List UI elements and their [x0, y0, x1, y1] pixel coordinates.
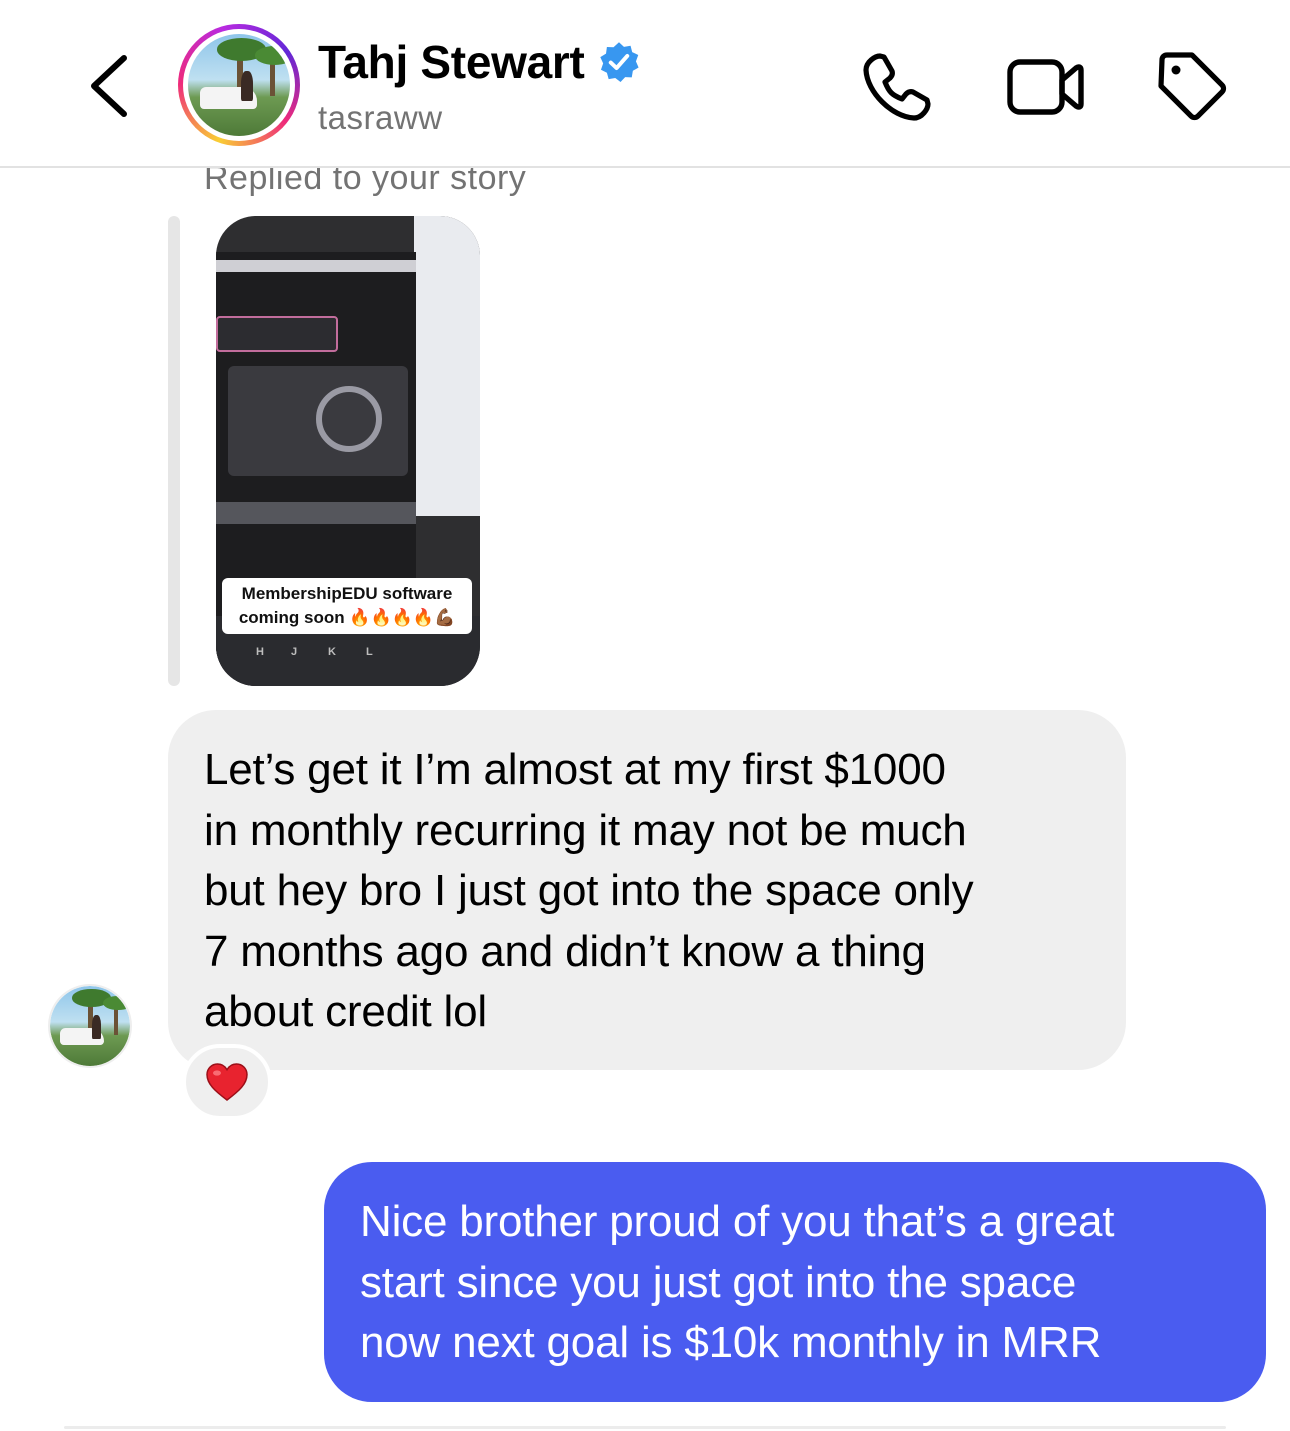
- message-line: in monthly recurring it may not be much: [204, 805, 967, 855]
- message-line: about credit lol: [204, 987, 487, 1036]
- back-button[interactable]: [84, 50, 136, 120]
- chat-header: Tahj Stewart tasraww: [0, 0, 1290, 168]
- video-camera-icon: [1007, 59, 1084, 115]
- incoming-message-bubble[interactable]: Let’s get it I’m almost at my first $100…: [168, 710, 1126, 1070]
- video-call-button[interactable]: [1004, 48, 1088, 124]
- message-line: start since you just got into the space: [360, 1257, 1077, 1307]
- message-line: but hey bro I just got into the space on…: [204, 866, 974, 915]
- message-line: now next goal is $10k monthly in MRR: [360, 1318, 1102, 1367]
- story-caption-line: MembershipEDU software: [241, 584, 453, 603]
- dm-thread: Tahj Stewart tasraww Replied to your sto…: [0, 0, 1290, 1431]
- contact-avatar[interactable]: [178, 24, 300, 146]
- chevron-left-icon: [91, 55, 127, 117]
- red-heart-icon: [206, 1063, 248, 1101]
- verified-badge-icon: [599, 42, 639, 83]
- phone-icon: [863, 53, 931, 121]
- contact-name: Tahj Stewart: [318, 36, 585, 88]
- message-line: Nice brother proud of you that’s a great: [360, 1197, 1115, 1246]
- outgoing-message-bubble[interactable]: Nice brother proud of you that’s a great…: [324, 1162, 1266, 1402]
- heart-reaction[interactable]: [182, 1044, 272, 1120]
- tag-button[interactable]: [1154, 48, 1228, 122]
- contact-name-row[interactable]: Tahj Stewart: [318, 34, 641, 90]
- story-caption: MembershipEDU software coming soon 🔥🔥🔥🔥💪…: [222, 578, 472, 634]
- contact-username[interactable]: tasraww: [318, 98, 443, 138]
- composer-edge-divider: [64, 1426, 1226, 1429]
- avatar-photo: [188, 34, 290, 136]
- message-line: 7 months ago and didn’t know a thing: [204, 926, 926, 976]
- phone-call-button[interactable]: [858, 48, 936, 126]
- tag-icon: [1158, 52, 1227, 121]
- avatar-photo: [50, 986, 130, 1066]
- message-line: Let’s get it I’m almost at my first $100…: [204, 745, 946, 794]
- reply-indicator-bar: [168, 216, 180, 686]
- story-caption-line: coming soon 🔥🔥🔥🔥💪🏾: [238, 608, 456, 627]
- sender-avatar[interactable]: [48, 984, 132, 1068]
